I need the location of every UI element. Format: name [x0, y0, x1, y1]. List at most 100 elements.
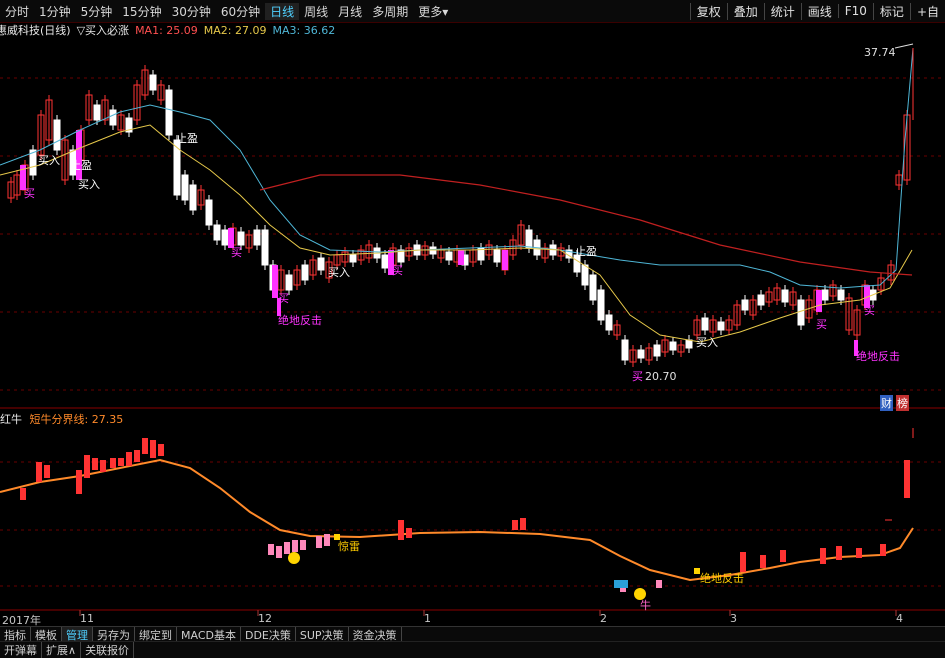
take-profit-label: 止盈 [575, 245, 597, 258]
candle-body [181, 174, 189, 201]
expand-button[interactable]: 扩展∧ [42, 642, 82, 658]
candle-body [717, 321, 725, 331]
sub-indicator-name[interactable]: 红牛 [0, 413, 22, 426]
candle-body [445, 251, 453, 261]
candle-body [741, 299, 749, 311]
buy-short-label: 买 [231, 246, 242, 259]
sub-bar [150, 440, 156, 458]
sub-bar-pink [656, 580, 662, 588]
buy-label: 买入 [38, 154, 60, 167]
sub-bar [92, 458, 98, 470]
x-axis-label: 1 [424, 612, 431, 625]
sub-bar-pink [300, 540, 306, 550]
sub-bar [406, 528, 412, 538]
x-axis-label: 2 [600, 612, 607, 625]
buy-short-label: 买 [864, 304, 875, 317]
buy-label: 买入 [696, 336, 718, 349]
sub-bar-pink [292, 540, 298, 552]
take-profit-label: 止盈 [70, 159, 92, 172]
sub-bar [158, 444, 164, 456]
rebound-label: 绝地反击 [278, 314, 322, 327]
candle-body [605, 314, 613, 331]
x-axis-label: 11 [80, 612, 94, 625]
low-price-label: 20.70 [645, 370, 677, 383]
high-price-label: 37.74 [864, 46, 896, 59]
candle-body [525, 229, 533, 249]
sub-bar [820, 548, 826, 564]
candle-body [165, 89, 173, 136]
buy-label: 买入 [78, 178, 100, 191]
candle-body [621, 339, 629, 361]
sub-bar [84, 455, 90, 478]
candle-body [109, 109, 117, 126]
candle-body [493, 249, 501, 263]
rank-icon[interactable]: 榜 [896, 395, 909, 411]
buy-short-label: 买 [24, 187, 35, 200]
candle-body [349, 254, 357, 263]
candle-body [149, 74, 157, 91]
finance-icon[interactable]: 财 [880, 395, 893, 411]
candle-body [597, 289, 605, 321]
sub-bar [836, 546, 842, 560]
rebound-label: 绝地反击 [856, 350, 900, 363]
buy-short-label: 买 [632, 370, 643, 383]
candle-body [261, 229, 269, 266]
sub-bar [880, 544, 886, 556]
candle-body [701, 317, 709, 331]
candle-body [381, 254, 389, 269]
sub-bar-pink [268, 544, 274, 555]
related-quote-button[interactable]: 关联报价 [81, 642, 135, 658]
sub-bar [740, 552, 746, 572]
sub-bar [76, 470, 82, 494]
indicator-tabs: 指标 模板 管理 另存为 绑定到 MACD基本 DDE决策 SUP决策 资金决策 [0, 626, 945, 643]
sub-bar [100, 460, 106, 472]
candle-body [53, 119, 61, 151]
x-axis-label: 3 [730, 612, 737, 625]
high-arrow [894, 43, 914, 49]
candle-body [653, 344, 661, 357]
sub-bar [398, 520, 404, 540]
signal-candle [816, 290, 822, 312]
sub-bar [760, 555, 766, 568]
candle-body [781, 289, 789, 303]
signal-candle [458, 250, 464, 265]
buy-short-label: 买 [816, 318, 827, 331]
sub-bar [856, 548, 862, 558]
sub-bar [20, 488, 26, 500]
bull-line-value: 短牛分界线: 27.35 [29, 413, 124, 426]
buy-short-label: 买 [392, 264, 403, 277]
bull-divide-line [0, 458, 914, 582]
candle-body [189, 184, 197, 211]
sub-bar-pink [324, 534, 330, 546]
candle-body [589, 274, 597, 301]
signal-candle [502, 250, 508, 270]
candle-body [213, 224, 221, 241]
sub-bar [780, 550, 786, 562]
kline-chart[interactable] [0, 0, 945, 626]
x-axis-label: 12 [258, 612, 272, 625]
sub-bar-pink [284, 542, 290, 554]
thunder-label: 惊雷 [338, 540, 360, 553]
bull-label: 牛 [640, 599, 651, 612]
sub-bar [904, 460, 910, 498]
candle-body [685, 339, 693, 349]
sub-bar [142, 438, 148, 454]
candle-body [637, 349, 645, 359]
smiley-icon [288, 552, 300, 564]
bottom-controls: 开弹幕 扩展∧ 关联报价 [0, 641, 945, 658]
sub-indicator-legend: 红牛 短牛分界线: 27.35 [0, 411, 123, 427]
sub-bar [44, 465, 50, 478]
candle-body [317, 257, 325, 271]
danmaku-toggle[interactable]: 开弹幕 [0, 642, 42, 658]
candle-body [797, 299, 805, 326]
sub-bar [512, 520, 518, 530]
x-axis-label: 4 [896, 612, 903, 625]
take-profit-label: 止盈 [176, 132, 198, 145]
candle-body [669, 341, 677, 351]
candle-body [581, 264, 589, 286]
buy-short-label: 买 [278, 292, 289, 305]
candle-body [221, 229, 229, 246]
sub-bar [110, 458, 116, 468]
sub-bar [36, 462, 42, 482]
sub-bar [134, 450, 140, 462]
